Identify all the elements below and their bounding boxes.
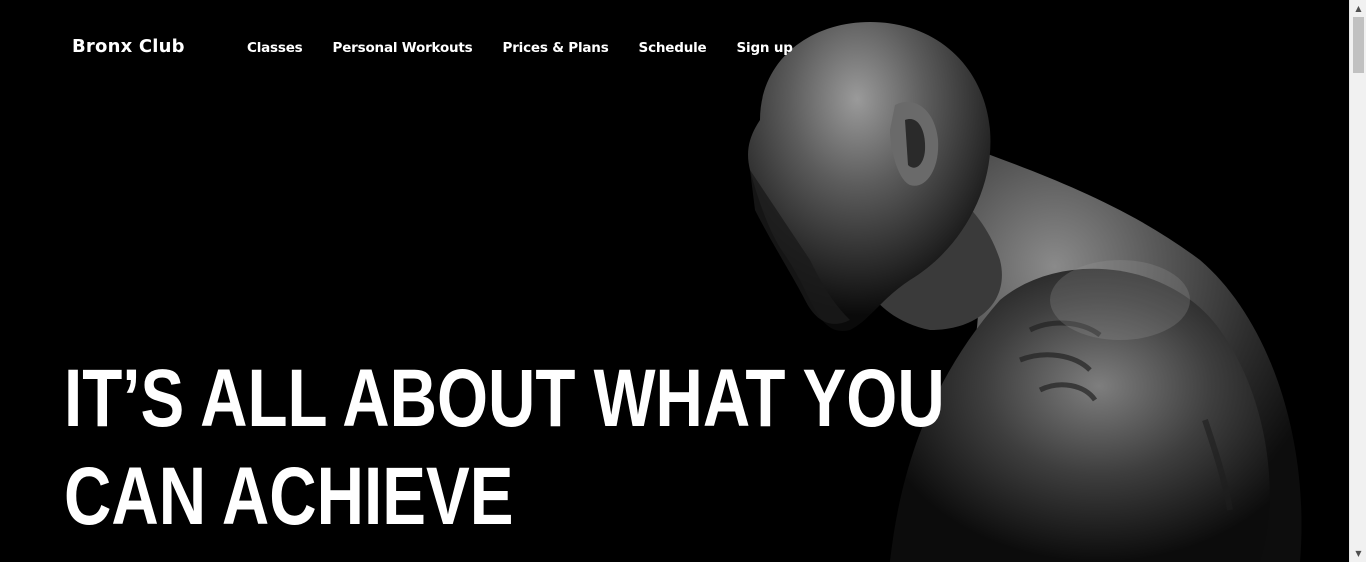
scroll-up-arrow-icon[interactable]: ▲ xyxy=(1350,0,1366,17)
nav-item-classes: Classes xyxy=(247,39,303,57)
nav-link-classes[interactable]: Classes xyxy=(247,40,303,56)
nav-item-sign-up: Sign up xyxy=(737,39,793,57)
nav-menu: Classes Personal Workouts Prices & Plans… xyxy=(247,39,793,57)
vertical-scrollbar[interactable]: ▲ ▼ xyxy=(1349,0,1366,562)
page: Bronx Club Classes Personal Workouts Pri… xyxy=(0,0,1349,562)
nav-link-personal-workouts[interactable]: Personal Workouts xyxy=(333,40,473,56)
nav-link-schedule[interactable]: Schedule xyxy=(639,40,707,56)
scroll-down-arrow-icon[interactable]: ▼ xyxy=(1350,545,1366,562)
hero-headline-line-2: CAN ACHIEVE xyxy=(64,451,514,542)
nav-link-sign-up[interactable]: Sign up xyxy=(737,40,793,56)
hero-headline-line-1: IT’S ALL ABOUT WHAT YOU xyxy=(64,353,945,444)
nav-link-prices-plans[interactable]: Prices & Plans xyxy=(503,40,609,56)
brand-logo-link[interactable]: Bronx Club xyxy=(72,36,185,57)
scrollbar-thumb[interactable] xyxy=(1353,17,1364,73)
nav-item-personal-workouts: Personal Workouts xyxy=(333,39,473,57)
top-navigation: Bronx Club Classes Personal Workouts Pri… xyxy=(0,0,1349,95)
hero-headline: IT’S ALL ABOUT WHAT YOU CAN ACHIEVE xyxy=(64,350,945,546)
nav-item-schedule: Schedule xyxy=(639,39,707,57)
nav-item-prices-plans: Prices & Plans xyxy=(503,39,609,57)
